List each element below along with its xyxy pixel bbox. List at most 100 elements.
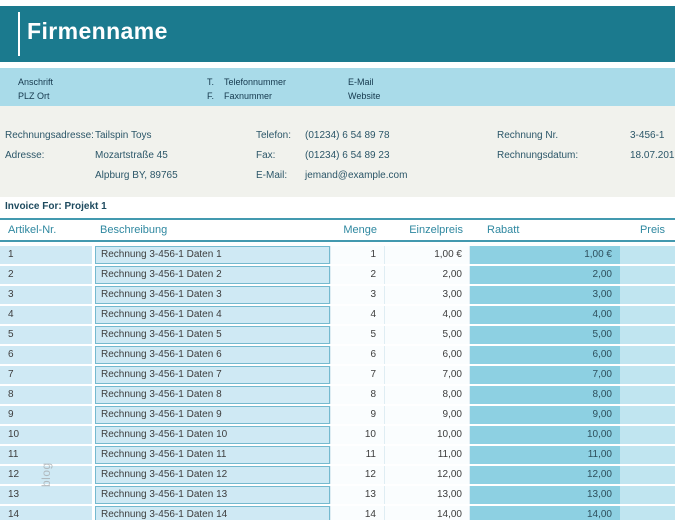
cell-einzelpreis[interactable]: 3,00: [385, 286, 470, 304]
cell-einzelpreis[interactable]: 6,00: [385, 346, 470, 364]
cell-beschreibung[interactable]: Rechnung 3-456-1 Daten 7: [95, 366, 330, 384]
cell-menge[interactable]: 4: [330, 306, 385, 324]
cell-menge[interactable]: 14: [330, 506, 385, 520]
cell-beschreibung[interactable]: Rechnung 3-456-1 Daten 1: [95, 246, 330, 264]
cell-beschreibung[interactable]: Rechnung 3-456-1 Daten 10: [95, 426, 330, 444]
cell-menge[interactable]: 3: [330, 286, 385, 304]
cell-preis[interactable]: [620, 346, 675, 364]
table-row: 7 Rechnung 3-456-1 Daten 7 7 7,00 7,00: [0, 366, 675, 384]
cell-menge[interactable]: 10: [330, 426, 385, 444]
cell-artikel-nr[interactable]: 3: [0, 286, 92, 304]
cell-menge[interactable]: 1: [330, 246, 385, 264]
cell-beschreibung[interactable]: Rechnung 3-456-1 Daten 6: [95, 346, 330, 364]
cell-beschreibung[interactable]: Rechnung 3-456-1 Daten 5: [95, 326, 330, 344]
cell-einzelpreis[interactable]: 7,00: [385, 366, 470, 384]
cell-menge[interactable]: 13: [330, 486, 385, 504]
column-header-preis[interactable]: Preis: [620, 224, 675, 236]
cell-artikel-nr[interactable]: 5: [0, 326, 92, 344]
table-row: 10 Rechnung 3-456-1 Daten 10 10 10,00 10…: [0, 426, 675, 444]
rechnung-nr-label: Rechnung Nr.: [497, 130, 558, 142]
anschrift-label: Anschrift: [18, 77, 53, 87]
table-row: 11 Rechnung 3-456-1 Daten 11 11 11,00 11…: [0, 446, 675, 464]
cell-beschreibung[interactable]: Rechnung 3-456-1 Daten 14: [95, 506, 330, 520]
cell-menge[interactable]: 2: [330, 266, 385, 284]
cell-preis[interactable]: [620, 466, 675, 484]
fax-label: Fax:: [256, 150, 275, 162]
cell-rabatt[interactable]: 10,00: [470, 426, 620, 444]
table-row: 5 Rechnung 3-456-1 Daten 5 5 5,00 5,00: [0, 326, 675, 344]
cell-rabatt[interactable]: 11,00: [470, 446, 620, 464]
cell-rabatt[interactable]: 7,00: [470, 366, 620, 384]
cell-beschreibung[interactable]: Rechnung 3-456-1 Daten 3: [95, 286, 330, 304]
cell-preis[interactable]: [620, 446, 675, 464]
cell-artikel-nr[interactable]: 10: [0, 426, 92, 444]
cell-einzelpreis[interactable]: 9,00: [385, 406, 470, 424]
table-row: 14 Rechnung 3-456-1 Daten 14 14 14,00 14…: [0, 506, 675, 520]
column-header-menge[interactable]: Menge: [330, 224, 385, 236]
cell-artikel-nr[interactable]: 6: [0, 346, 92, 364]
column-header-einzelpreis[interactable]: Einzelpreis: [385, 224, 470, 236]
cell-artikel-nr[interactable]: 1: [0, 246, 92, 264]
cell-preis[interactable]: [620, 426, 675, 444]
cell-menge[interactable]: 6: [330, 346, 385, 364]
cell-artikel-nr[interactable]: 7: [0, 366, 92, 384]
cell-beschreibung[interactable]: Rechnung 3-456-1 Daten 4: [95, 306, 330, 324]
cell-menge[interactable]: 5: [330, 326, 385, 344]
cell-artikel-nr[interactable]: 13: [0, 486, 92, 504]
cell-rabatt[interactable]: 12,00: [470, 466, 620, 484]
cell-beschreibung[interactable]: Rechnung 3-456-1 Daten 8: [95, 386, 330, 404]
cell-rabatt[interactable]: 1,00 €: [470, 246, 620, 264]
cell-artikel-nr[interactable]: 2: [0, 266, 92, 284]
cell-beschreibung[interactable]: Rechnung 3-456-1 Daten 12: [95, 466, 330, 484]
plz-ort-label: PLZ Ort: [18, 91, 50, 101]
cell-rabatt[interactable]: 6,00: [470, 346, 620, 364]
company-name: Firmenname: [27, 18, 168, 45]
cell-artikel-nr[interactable]: 8: [0, 386, 92, 404]
column-header-artikel-nr[interactable]: Artikel-Nr.: [0, 224, 95, 236]
cell-einzelpreis[interactable]: 10,00: [385, 426, 470, 444]
cell-preis[interactable]: [620, 406, 675, 424]
cell-einzelpreis[interactable]: 12,00: [385, 466, 470, 484]
cell-preis[interactable]: [620, 366, 675, 384]
cell-preis[interactable]: [620, 286, 675, 304]
cell-beschreibung[interactable]: Rechnung 3-456-1 Daten 9: [95, 406, 330, 424]
cell-preis[interactable]: [620, 386, 675, 404]
cell-rabatt[interactable]: 5,00: [470, 326, 620, 344]
cell-rabatt[interactable]: 8,00: [470, 386, 620, 404]
cell-rabatt[interactable]: 13,00: [470, 486, 620, 504]
cell-einzelpreis[interactable]: 11,00: [385, 446, 470, 464]
cell-beschreibung[interactable]: Rechnung 3-456-1 Daten 2: [95, 266, 330, 284]
cell-rabatt[interactable]: 14,00: [470, 506, 620, 520]
cell-menge[interactable]: 11: [330, 446, 385, 464]
cell-einzelpreis[interactable]: 4,00: [385, 306, 470, 324]
rechnung-nr-value: 3-456-1: [630, 130, 664, 142]
cell-rabatt[interactable]: 2,00: [470, 266, 620, 284]
cell-preis[interactable]: [620, 326, 675, 344]
cell-artikel-nr[interactable]: 9: [0, 406, 92, 424]
cell-artikel-nr[interactable]: 14: [0, 506, 92, 520]
cell-rabatt[interactable]: 3,00: [470, 286, 620, 304]
cell-einzelpreis[interactable]: 13,00: [385, 486, 470, 504]
cell-beschreibung[interactable]: Rechnung 3-456-1 Daten 13: [95, 486, 330, 504]
cell-preis[interactable]: [620, 306, 675, 324]
cell-beschreibung[interactable]: Rechnung 3-456-1 Daten 11: [95, 446, 330, 464]
cell-einzelpreis[interactable]: 1,00 €: [385, 246, 470, 264]
cell-artikel-nr[interactable]: 4: [0, 306, 92, 324]
cell-einzelpreis[interactable]: 2,00: [385, 266, 470, 284]
cell-einzelpreis[interactable]: 5,00: [385, 326, 470, 344]
cell-einzelpreis[interactable]: 8,00: [385, 386, 470, 404]
cell-preis[interactable]: [620, 506, 675, 520]
cell-rabatt[interactable]: 4,00: [470, 306, 620, 324]
cell-menge[interactable]: 7: [330, 366, 385, 384]
cell-preis[interactable]: [620, 266, 675, 284]
cell-einzelpreis[interactable]: 14,00: [385, 506, 470, 520]
cell-menge[interactable]: 12: [330, 466, 385, 484]
column-header-rabatt[interactable]: Rabatt: [470, 224, 620, 236]
cell-menge[interactable]: 8: [330, 386, 385, 404]
cell-preis[interactable]: [620, 486, 675, 504]
cell-rabatt[interactable]: 9,00: [470, 406, 620, 424]
column-header-beschreibung[interactable]: Beschreibung: [95, 224, 330, 236]
cell-menge[interactable]: 9: [330, 406, 385, 424]
cell-preis[interactable]: [620, 246, 675, 264]
items-table: Artikel-Nr. Beschreibung Menge Einzelpre…: [0, 218, 675, 520]
